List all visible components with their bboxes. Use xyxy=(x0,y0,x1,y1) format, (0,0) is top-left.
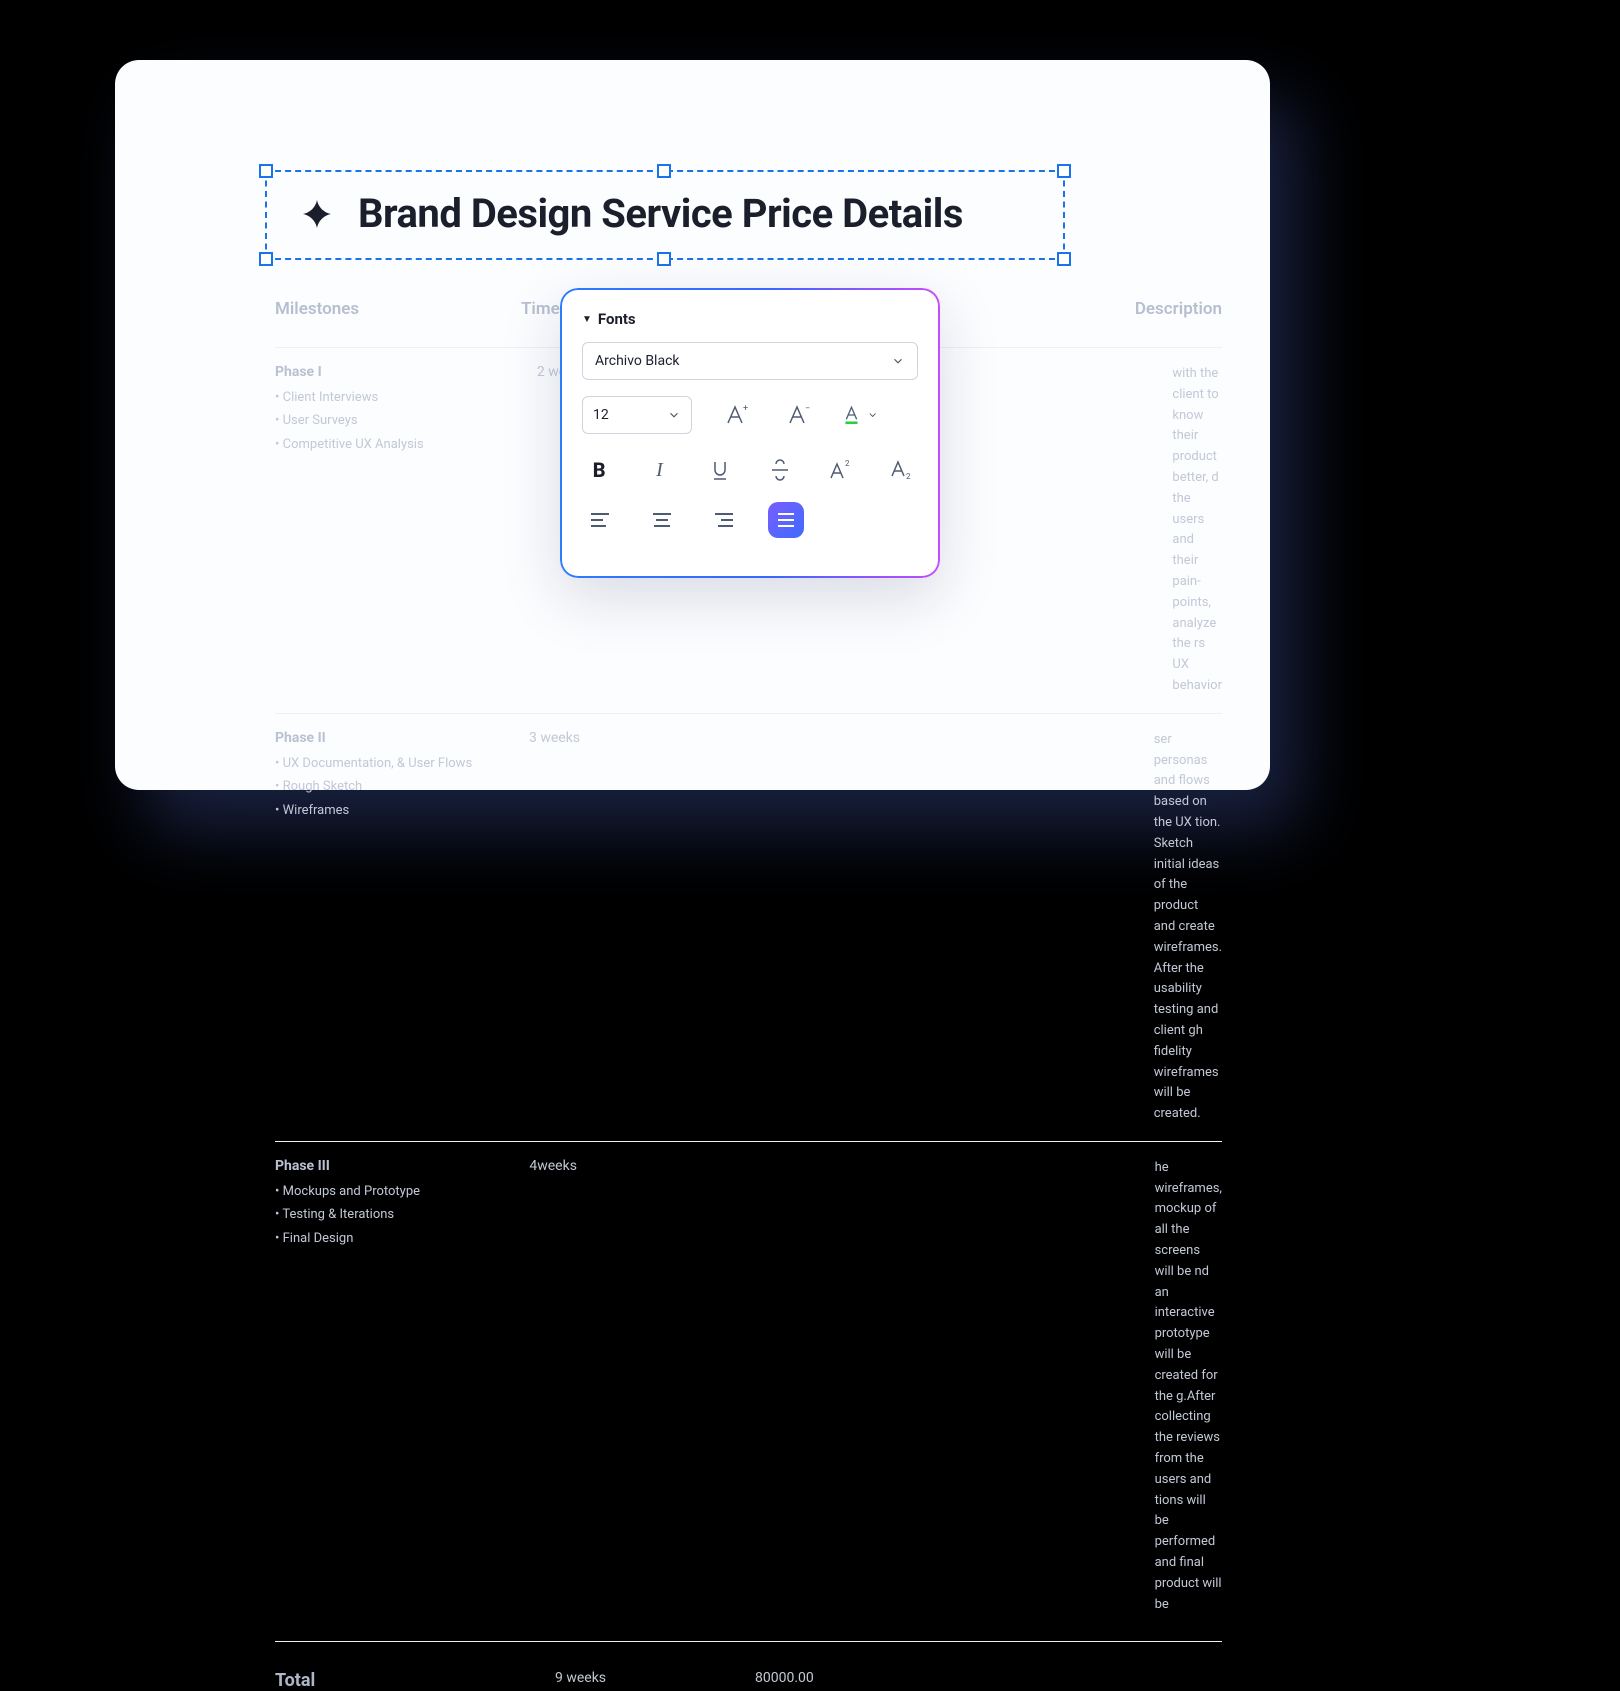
milestone-item: • Wireframes xyxy=(275,799,529,822)
decrease-font-button[interactable]: − xyxy=(780,397,816,433)
col-header-milestones: Milestones xyxy=(275,299,521,319)
font-size-value: 12 xyxy=(593,407,609,423)
align-right-button[interactable] xyxy=(706,502,742,538)
chevron-down-icon xyxy=(867,409,878,421)
description-text: ser personas and flows based on the UX t… xyxy=(874,730,1222,1125)
total-time: 9 weeks xyxy=(555,1670,755,1691)
milestone-item: • Final Design xyxy=(275,1227,529,1250)
resize-handle-tl[interactable] xyxy=(259,164,273,178)
total-label: Total xyxy=(275,1670,555,1691)
total-row: Total 9 weeks 80000.00 xyxy=(275,1641,1222,1691)
milestone-item: • Testing & Iterations xyxy=(275,1203,529,1226)
strikethrough-button[interactable] xyxy=(763,452,797,488)
table-row: Phase II • UX Documentation, & User Flow… xyxy=(275,713,1222,1141)
milestone-item: • Rough Sketch xyxy=(275,775,529,798)
phase-label: Phase III xyxy=(275,1158,529,1174)
increase-font-button[interactable]: + xyxy=(718,397,754,433)
resize-handle-br[interactable] xyxy=(1057,252,1071,266)
fonts-panel[interactable]: ▼ Fonts Archivo Black 12 + − B I 2 2 xyxy=(560,288,940,578)
svg-text:2: 2 xyxy=(845,459,850,468)
font-family-value: Archivo Black xyxy=(595,353,680,369)
fonts-panel-title[interactable]: ▼ Fonts xyxy=(582,310,918,328)
bold-button[interactable]: B xyxy=(582,452,616,488)
milestone-item: • User Surveys xyxy=(275,409,537,432)
time-value: 3 weeks xyxy=(529,730,710,746)
chevron-down-icon xyxy=(891,354,905,368)
align-justify-button[interactable] xyxy=(768,502,804,538)
subscript-button[interactable]: 2 xyxy=(884,452,918,488)
chevron-down-icon xyxy=(667,408,681,422)
svg-text:+: + xyxy=(743,404,748,414)
time-value: 4weeks xyxy=(529,1158,711,1174)
italic-button[interactable]: I xyxy=(642,452,676,488)
resize-handle-bl[interactable] xyxy=(259,252,273,266)
svg-text:−: − xyxy=(805,404,810,414)
svg-text:2: 2 xyxy=(906,472,911,481)
collapse-triangle-icon[interactable]: ▼ xyxy=(582,314,592,325)
milestone-item: • Client Interviews xyxy=(275,386,537,409)
description-text: with the client to know their product be… xyxy=(892,364,1222,697)
sparkle-icon xyxy=(300,197,334,231)
phase-label: Phase I xyxy=(275,364,537,380)
font-size-select[interactable]: 12 xyxy=(582,396,692,434)
milestone-item: • UX Documentation, & User Flows xyxy=(275,752,529,775)
resize-handle-bc[interactable] xyxy=(657,252,671,266)
align-left-button[interactable] xyxy=(582,502,618,538)
table-row: Phase III • Mockups and Prototype • Test… xyxy=(275,1141,1222,1632)
superscript-button[interactable]: 2 xyxy=(823,452,857,488)
resize-handle-tc[interactable] xyxy=(657,164,671,178)
description-text: he wireframes, mockup of all the screens… xyxy=(875,1158,1222,1616)
milestone-item: • Mockups and Prototype xyxy=(275,1180,529,1203)
milestone-item: • Competitive UX Analysis xyxy=(275,433,537,456)
resize-handle-tr[interactable] xyxy=(1057,164,1071,178)
page-title[interactable]: Brand Design Service Price Details xyxy=(358,190,963,237)
total-cost: 80000.00 xyxy=(755,1670,935,1691)
phase-label: Phase II xyxy=(275,730,529,746)
font-family-select[interactable]: Archivo Black xyxy=(582,342,918,380)
align-center-button[interactable] xyxy=(644,502,680,538)
underline-button[interactable] xyxy=(703,452,737,488)
font-color-button[interactable] xyxy=(842,397,878,433)
